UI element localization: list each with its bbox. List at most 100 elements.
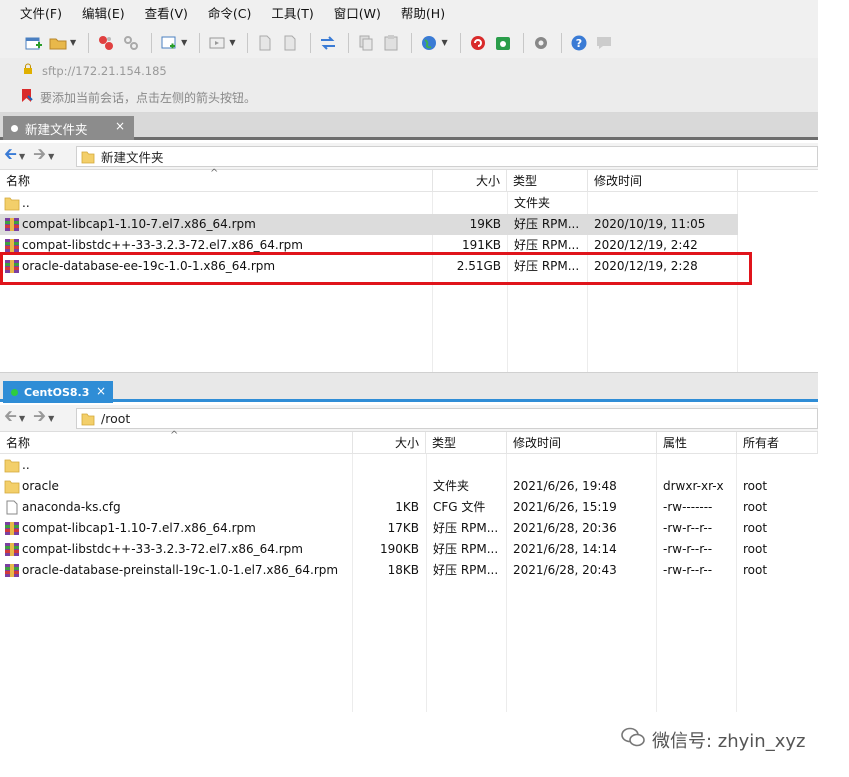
column-header-name[interactable]: 名称 ^: [0, 430, 353, 454]
view-icon[interactable]: [206, 32, 228, 54]
file-modified: 2021/6/28, 20:43: [513, 563, 617, 577]
toolbar-divider: [560, 32, 562, 53]
column-header-size[interactable]: 大小: [433, 170, 507, 192]
sync-arrows-icon[interactable]: [317, 32, 339, 54]
session-hint-bar: 要添加当前会话，点击左侧的箭头按钮。: [0, 83, 818, 113]
paste-icon[interactable]: [380, 32, 402, 54]
menu-window[interactable]: 窗口(W): [324, 0, 391, 27]
remote-path-bar: 🡰 ▼ 🡲 ▼ /root: [0, 405, 818, 432]
tab-centos[interactable]: CentOS8.3 ×: [3, 381, 113, 403]
tab-local-folder[interactable]: 新建文件夹 ×: [3, 116, 134, 140]
globe-icon[interactable]: [418, 32, 440, 54]
local-path-input[interactable]: 新建文件夹: [76, 146, 818, 167]
menu-view[interactable]: 查看(V): [135, 0, 198, 27]
file-type: 文件夹: [433, 479, 470, 493]
forward-arrow-icon[interactable]: 🡲: [33, 143, 46, 170]
address-bar[interactable]: sftp://172.21.154.185: [0, 58, 818, 83]
menu-file[interactable]: 文件(F): [10, 0, 72, 27]
file-row[interactable]: oracle 文件夹 2021/6/26, 19:48 drwxr-xr-x root: [0, 476, 818, 497]
back-arrow-icon[interactable]: 🡰: [4, 143, 17, 170]
file-size: 190KB: [379, 542, 419, 556]
chevron-down-icon[interactable]: ▼: [19, 152, 25, 161]
session-hint-text: 要添加当前会话，点击左侧的箭头按钮。: [40, 91, 257, 105]
file-row[interactable]: compat-libstdc++-33-3.2.3-72.el7.x86_64.…: [0, 539, 818, 560]
column-header-name[interactable]: 名称 ^: [0, 168, 433, 192]
tab-status-dot: [11, 124, 18, 132]
back-arrow-icon[interactable]: 🡰: [4, 405, 17, 432]
copy-icon[interactable]: [355, 32, 377, 54]
local-path-text: 新建文件夹: [101, 150, 164, 165]
file-size: [353, 455, 419, 476]
local-list-header: 名称 ^ 大小 类型 修改时间: [0, 168, 818, 192]
address-url[interactable]: sftp://172.21.154.185: [42, 64, 167, 78]
disconnect-icon[interactable]: [95, 32, 117, 54]
xshell-icon[interactable]: [467, 32, 489, 54]
file-modified: [513, 455, 653, 476]
column-header-size[interactable]: 大小: [353, 432, 426, 454]
rpm-archive-icon: [4, 238, 20, 253]
chevron-down-icon[interactable]: ▼: [70, 38, 76, 47]
file-modified: 2020/10/19, 11:05: [594, 217, 706, 231]
file-name: ..: [22, 196, 30, 210]
toolbar-divider: [88, 32, 90, 53]
column-header-modified[interactable]: 修改时间: [588, 170, 738, 192]
file-name: oracle-database-preinstall-19c-1.0-1.el7…: [22, 563, 339, 577]
chevron-down-icon[interactable]: ▼: [48, 152, 54, 161]
file-modified: 2021/6/26, 19:48: [513, 479, 617, 493]
menu-help[interactable]: 帮助(H): [391, 0, 455, 27]
file-row[interactable]: compat-libcap1-1.10-7.el7.x86_64.rpm 19KB…: [0, 214, 738, 235]
file-type: 文件夹: [514, 196, 551, 210]
column-header-type[interactable]: 类型: [507, 170, 588, 192]
new-window-icon[interactable]: [158, 32, 180, 54]
menu-command[interactable]: 命令(C): [198, 0, 261, 27]
file-modified: 2021/6/26, 15:19: [513, 500, 617, 514]
file-size: 18KB: [387, 563, 419, 577]
remote-path-input[interactable]: /root: [76, 408, 818, 429]
forward-arrow-icon[interactable]: 🡲: [33, 405, 46, 432]
menu-edit[interactable]: 编辑(E): [72, 0, 135, 27]
xftp-icon[interactable]: [492, 32, 514, 54]
chat-icon[interactable]: [593, 32, 615, 54]
menu-tools[interactable]: 工具(T): [261, 0, 323, 27]
document-icon[interactable]: [279, 32, 301, 54]
sort-ascending-icon: ^: [210, 168, 219, 179]
file-size: [433, 193, 501, 214]
file-row[interactable]: .. 文件夹: [0, 193, 738, 214]
local-path-bar: 🡰 ▼ 🡲 ▼ 新建文件夹: [0, 143, 818, 170]
file-owner: root: [743, 479, 768, 493]
document-icon[interactable]: [254, 32, 276, 54]
column-header-owner[interactable]: 所有者: [737, 432, 818, 454]
column-header-attributes[interactable]: 属性: [657, 432, 737, 454]
chevron-down-icon[interactable]: ▼: [181, 38, 187, 47]
file-row[interactable]: oracle-database-preinstall-19c-1.0-1.el7…: [0, 560, 818, 581]
file-name: oracle: [22, 479, 59, 493]
file-attributes: -rw-r--r--: [663, 521, 713, 535]
folder-icon: [4, 458, 20, 473]
bookmark-arrow-icon[interactable]: [20, 88, 34, 107]
toolbar-divider: [459, 32, 461, 53]
remote-path-text: /root: [101, 411, 131, 426]
close-icon[interactable]: ×: [115, 119, 125, 133]
rpm-archive-icon: [4, 542, 20, 557]
file-modified: 2021/6/28, 14:14: [513, 542, 617, 556]
chevron-down-icon[interactable]: ▼: [48, 414, 54, 423]
help-icon[interactable]: ?: [568, 32, 590, 54]
close-icon[interactable]: ×: [96, 384, 106, 398]
open-folder-icon[interactable]: [47, 32, 69, 54]
chevron-down-icon[interactable]: ▼: [441, 38, 447, 47]
file-row[interactable]: ..: [0, 455, 818, 476]
new-session-icon[interactable]: [22, 32, 44, 54]
toolbar-divider: [310, 32, 312, 53]
lock-icon: [22, 63, 34, 78]
remote-file-list: 名称 ^ 大小 类型 修改时间 属性 所有者 .. oracle 文件夹 2021/6…: [0, 430, 818, 712]
file-modified: 2021/6/28, 20:36: [513, 521, 617, 535]
column-header-modified[interactable]: 修改时间: [507, 432, 657, 454]
link-icon[interactable]: [120, 32, 142, 54]
gear-icon[interactable]: [530, 32, 552, 54]
column-header-type[interactable]: 类型: [426, 432, 507, 454]
file-row[interactable]: compat-libcap1-1.10-7.el7.x86_64.rpm 17KB…: [0, 518, 818, 539]
file-size: 19KB: [469, 217, 501, 231]
chevron-down-icon[interactable]: ▼: [19, 414, 25, 423]
file-row[interactable]: anaconda-ks.cfg 1KB CFG 文件 2021/6/26, 15:19…: [0, 497, 818, 518]
chevron-down-icon[interactable]: ▼: [229, 38, 235, 47]
